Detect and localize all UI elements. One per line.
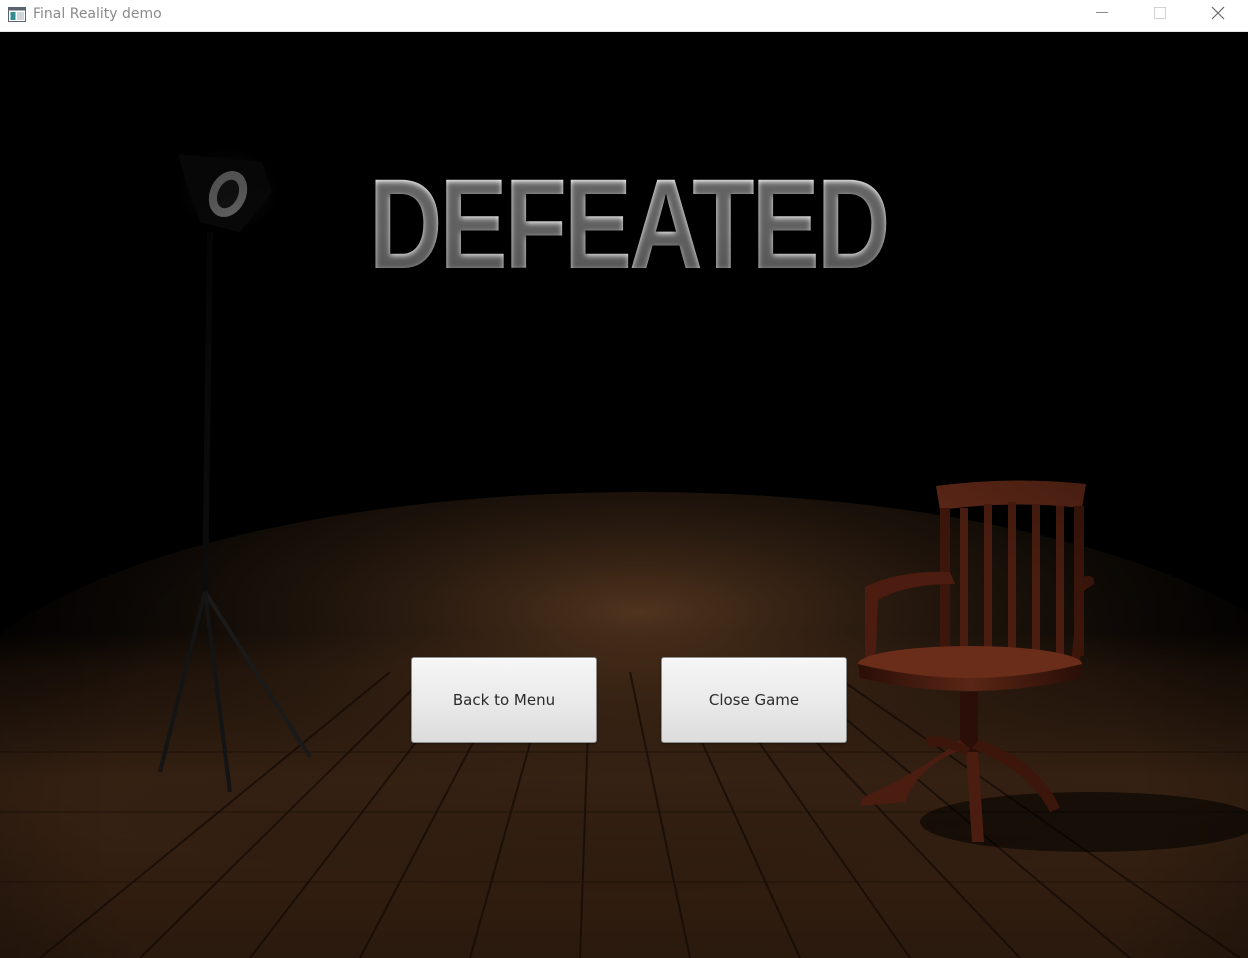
back-to-menu-button[interactable]: Back to Menu [411,657,597,743]
close-game-button[interactable]: Close Game [661,657,847,743]
defeated-title: DEFEATED [129,160,1127,290]
maximize-button[interactable] [1136,0,1182,31]
title-bar[interactable]: Final Reality demo [0,0,1248,32]
minimize-button[interactable] [1078,0,1124,31]
game-window: Final Reality demo DEFEATED Back to Menu… [0,0,1248,958]
maximize-icon [1154,7,1166,19]
defeat-screen: DEFEATED Back to Menu Close Game [0,32,1248,958]
app-window-icon [8,6,26,24]
close-icon [1211,6,1225,20]
minimize-icon [1096,12,1108,13]
defeated-title-text: DEFEATED [368,153,891,296]
window-title: Final Reality demo [33,6,162,22]
close-window-button[interactable] [1195,0,1241,31]
